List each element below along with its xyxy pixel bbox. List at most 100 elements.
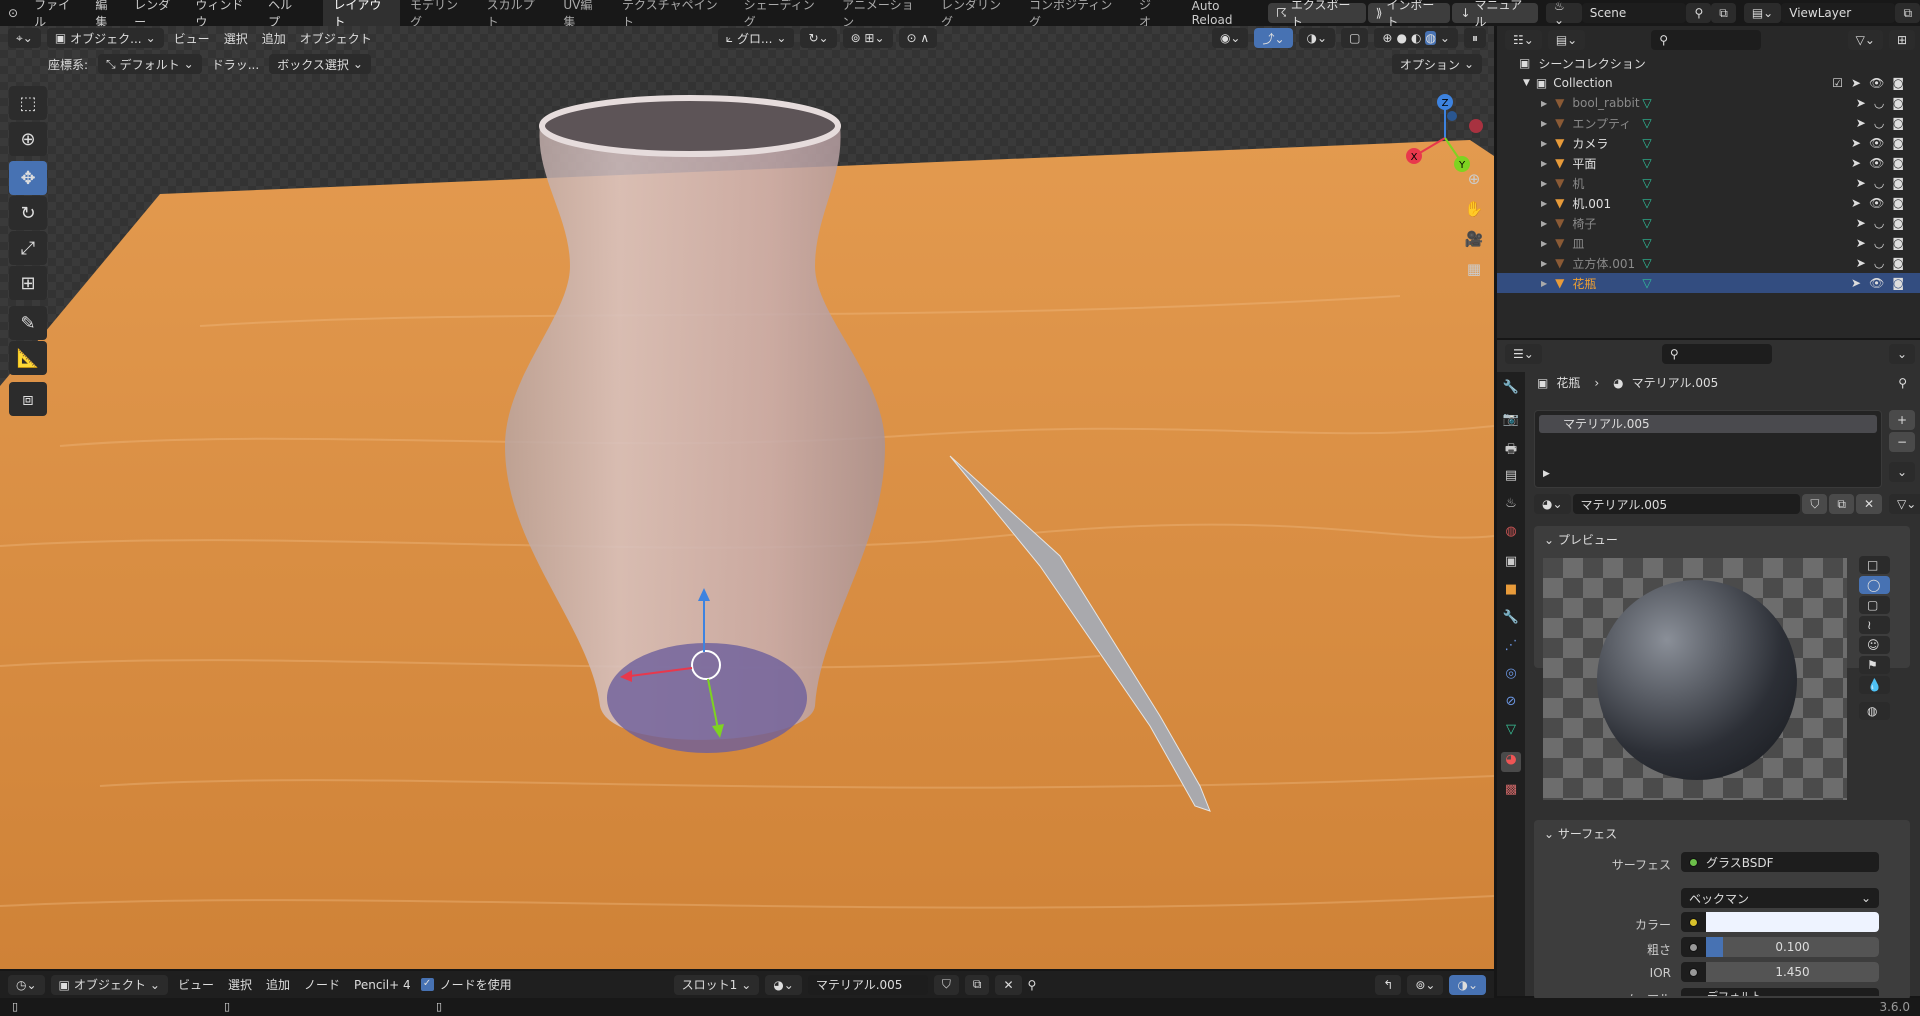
coord-dropdown[interactable]: ⤡ デフォルト ⌄ [98, 54, 202, 74]
material-name-field[interactable]: マテリアル.005 [807, 974, 928, 995]
camera-icon[interactable]: ◙ [1892, 116, 1904, 130]
remove-slot-button[interactable]: − [1889, 432, 1916, 452]
physics-tab-icon[interactable]: ◎ [1501, 666, 1521, 686]
outliner-item[interactable]: ▶ ▼ 椅子 ▽ ➤ ◡ ◙ [1497, 213, 1920, 233]
tool-tab-icon[interactable]: 🔧 [1501, 380, 1521, 400]
mesh-data-icon[interactable]: ▽ [1642, 156, 1651, 170]
expand-arrow-icon[interactable]: ▶ [1541, 119, 1547, 128]
outliner-item[interactable]: ▶ ▼ 机 ▽ ➤ ◡ ◙ [1497, 173, 1920, 193]
duplicate-icon[interactable]: ⧉ [1829, 494, 1854, 514]
ior-field[interactable]: 1.450 [1681, 962, 1879, 982]
eye-closed-icon[interactable]: ◡ [1874, 176, 1884, 190]
zoom-icon[interactable]: ⊕ [1462, 170, 1486, 194]
xray-icon[interactable]: ▢ [1341, 28, 1369, 48]
mesh-data-icon[interactable]: ▽ [1642, 96, 1651, 110]
camera-icon[interactable]: ◙ [1892, 176, 1904, 190]
pivot-icon[interactable]: ↻⌄ [800, 28, 837, 48]
camera-icon[interactable]: ◙ [1892, 196, 1904, 210]
scene-tab-icon[interactable]: ♨ [1501, 496, 1521, 516]
transform-tool-icon[interactable]: ⊞ [9, 266, 47, 300]
select-arrow-icon[interactable]: ➤ [1856, 116, 1866, 130]
pin-icon[interactable]: ⚲ [1686, 3, 1712, 23]
menu-object[interactable]: オブジェクト [296, 30, 376, 47]
mesh-data-icon[interactable]: ▽ [1642, 176, 1651, 190]
eye-icon[interactable]: 👁 [1869, 136, 1884, 150]
camera-icon[interactable]: ◙ [1892, 76, 1904, 90]
output-tab-icon[interactable]: 🖶 [1501, 440, 1521, 460]
view-layer-field[interactable]: ViewLayer [1781, 3, 1896, 23]
menu-select[interactable]: 選択 [224, 976, 256, 993]
outliner-search-input[interactable]: ⚲ [1651, 30, 1762, 50]
fake-user-icon[interactable]: ⛉ [933, 974, 959, 995]
preview-hair-icon[interactable]: ≀ [1859, 616, 1890, 634]
outliner-item[interactable]: ▶ ▼ bool_rabbit ▽ ➤ ◡ ◙ [1497, 93, 1920, 113]
camera-icon[interactable]: ◙ [1892, 156, 1904, 170]
3d-viewport[interactable]: ⌖⌄ ▣ オブジェク... ⌄ ビュー 選択 追加 オブジェクト ⟀ グロ... ⌄ ↻… [0, 26, 1494, 969]
pin-icon[interactable]: ⚲ [1898, 376, 1907, 390]
menu-view[interactable]: ビュー [174, 976, 218, 993]
render-tab-icon[interactable]: 📷 [1501, 412, 1521, 432]
camera-icon[interactable]: ◙ [1892, 256, 1904, 270]
shading-modes[interactable]: ⊕ ● ◐ ◍ ⌄ [1374, 28, 1458, 48]
link-data-icon[interactable]: ▽⌄ [1889, 494, 1920, 514]
filter-icon[interactable]: ▽⌄ [1847, 30, 1883, 50]
add-slot-button[interactable]: + [1889, 410, 1916, 430]
unlink-icon[interactable]: ✕ [995, 974, 1022, 995]
camera-view-icon[interactable]: 🎥 [1462, 230, 1486, 254]
select-arrow-icon[interactable]: ➤ [1856, 236, 1866, 250]
material-browse-icon[interactable]: ◕⌄ [1534, 494, 1571, 514]
camera-icon[interactable]: ◙ [1892, 96, 1904, 110]
perspective-grid-icon[interactable]: ▦ [1462, 260, 1486, 284]
view-layer-icon[interactable]: ▤⌄ [1743, 3, 1782, 23]
expand-arrow-icon[interactable]: ▶ [1541, 179, 1547, 188]
outliner-item[interactable]: ▶ ▼ 平面 ▽ ➤ 👁 ◙ [1497, 153, 1920, 173]
options-dropdown[interactable]: オプション ⌄ [1391, 54, 1482, 74]
snap-icon[interactable]: ⊚⌄ [1407, 974, 1444, 995]
scene-collection-row[interactable]: ▣ シーンコレクション [1497, 53, 1920, 73]
expand-arrow-icon[interactable]: ▶ [1541, 239, 1547, 248]
transform-orientation-dropdown[interactable]: ⟀ グロ... ⌄ [717, 28, 795, 48]
new-collection-icon[interactable]: ⊞ [1888, 30, 1915, 50]
editor-type-icon[interactable]: ⌖⌄ [8, 28, 41, 48]
texture-tab-icon[interactable]: ▩ [1501, 782, 1521, 802]
wireframe-icon[interactable]: ⊕ [1382, 31, 1392, 45]
select-arrow-icon[interactable]: ➤ [1856, 216, 1866, 230]
select-arrow-icon[interactable]: ➤ [1851, 136, 1861, 150]
manual-button[interactable]: ↓ マニュアル [1452, 0, 1539, 29]
expand-arrow-icon[interactable]: ▶ [1541, 219, 1547, 228]
pin-icon[interactable]: ⚲ [1028, 978, 1037, 992]
annotate-tool-icon[interactable]: ✎ [9, 306, 47, 340]
eye-closed-icon[interactable]: ◡ [1874, 96, 1884, 110]
gizmo-toggle-icon[interactable]: ⤴⌄ [1254, 28, 1293, 48]
outliner-item[interactable]: ▶ ▼ 机.001 ▽ ➤ 👁 ◙ [1497, 193, 1920, 213]
expand-arrow-icon[interactable]: ▶ [1541, 279, 1547, 288]
menu-add[interactable]: 追加 [258, 30, 290, 47]
camera-icon[interactable]: ◙ [1892, 236, 1904, 250]
preview-monkey-icon[interactable]: ☺ [1859, 636, 1890, 654]
select-box-tool-icon[interactable]: ⬚ [9, 86, 47, 120]
mesh-data-icon[interactable]: ▽ [1642, 256, 1651, 270]
preview-cloth-icon[interactable]: ⚑ [1859, 656, 1890, 674]
scene-selector-icon[interactable]: ♨⌄ [1546, 0, 1582, 27]
eye-icon[interactable]: 👁 [1869, 156, 1884, 170]
material-tab-icon[interactable]: ◕ [1501, 752, 1521, 772]
fake-user-icon[interactable]: ⛉ [1802, 494, 1828, 514]
select-arrow-icon[interactable]: ➤ [1856, 256, 1866, 270]
preview-fluid-icon[interactable]: 💧 [1859, 676, 1890, 694]
unlink-icon[interactable]: ✕ [1855, 494, 1882, 514]
camera-icon[interactable]: ◙ [1892, 136, 1904, 150]
select-arrow-icon[interactable]: ➤ [1851, 196, 1861, 210]
collection-tab-icon[interactable]: ▣ [1501, 554, 1521, 574]
outliner-item[interactable]: ▶ ▼ 立方体.001 ▽ ➤ ◡ ◙ [1497, 253, 1920, 273]
expand-arrow-icon[interactable]: ▶ [1541, 199, 1547, 208]
expand-arrow-icon[interactable]: ▶ [1541, 99, 1547, 108]
select-mode-dropdown[interactable]: ボックス選択 ⌄ [269, 54, 371, 74]
select-arrow-icon[interactable]: ➤ [1851, 276, 1861, 290]
mode-selector[interactable]: ▣ オブジェクト ⌄ [50, 974, 168, 995]
slot-dropdown[interactable]: スロット1 ⌄ [673, 974, 760, 995]
import-button[interactable]: ⟫ インポート [1367, 0, 1451, 29]
modifier-tab-icon[interactable]: 🔧 [1501, 610, 1521, 630]
expand-arrow-icon[interactable]: ▼ [1523, 78, 1530, 88]
mode-selector[interactable]: ▣ オブジェク... ⌄ [46, 28, 164, 48]
export-button[interactable]: ☈ エクスポート [1268, 0, 1366, 29]
